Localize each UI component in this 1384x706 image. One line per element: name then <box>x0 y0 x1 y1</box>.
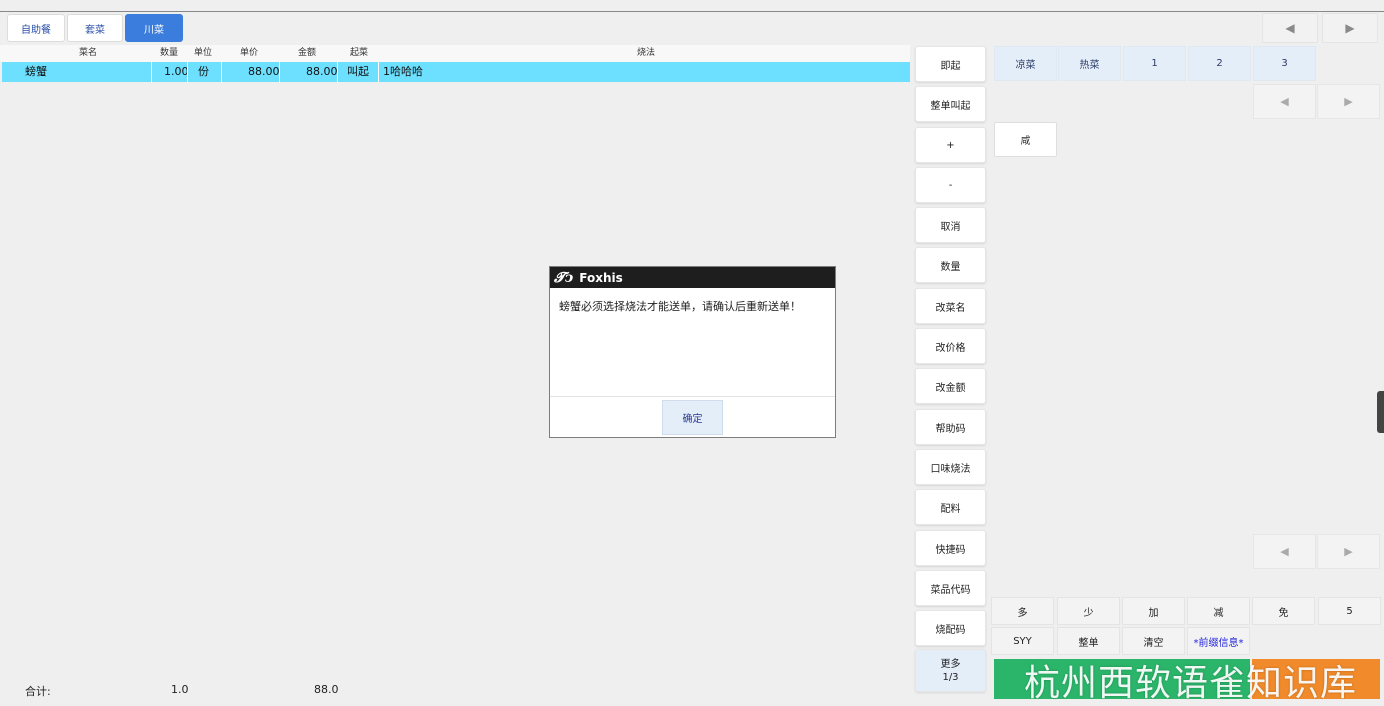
triangle-right-icon: ▶ <box>1344 95 1353 108</box>
increase-button[interactable]: + <box>915 127 986 163</box>
triangle-left-icon: ◀ <box>1280 95 1289 108</box>
triangle-right-icon: ▶ <box>1344 545 1353 558</box>
more-button[interactable]: 更多 1/3 <box>915 649 986 692</box>
decrease-button[interactable]: - <box>915 167 986 203</box>
taste-add[interactable]: 加 <box>1122 597 1185 625</box>
category-hot-dish[interactable]: 热菜 <box>1058 46 1121 81</box>
taste-less[interactable]: 少 <box>1057 597 1120 625</box>
category-next-button[interactable]: ▶ <box>1317 84 1380 119</box>
cell-divider <box>151 62 152 82</box>
cancel-button[interactable]: 取消 <box>915 207 986 243</box>
hold-all-button[interactable]: 整单叫起 <box>915 86 986 122</box>
fire-now-button[interactable]: 即起 <box>915 46 986 82</box>
col-amount-header: 金额 <box>298 48 317 58</box>
tab-sichuan[interactable]: 川菜 <box>125 14 183 42</box>
triangle-right-icon: ▶ <box>1345 21 1355 35</box>
confirm-button[interactable]: 确定 <box>662 400 723 435</box>
quantity-button[interactable]: 数量 <box>915 247 986 283</box>
taste-prefix-info[interactable]: *前缀信息* <box>1187 627 1250 655</box>
row-amount: 88.00 <box>306 65 338 78</box>
more-label: 更多 <box>940 658 961 670</box>
change-price-button[interactable]: 改价格 <box>915 328 986 364</box>
alert-dialog: 𝓣ↄ Foxhis 螃蟹必须选择烧法才能送单，请确认后重新送单！ 确定 <box>549 266 836 438</box>
col-start-header: 起菜 <box>350 48 369 58</box>
top-divider <box>0 11 1384 12</box>
cell-divider <box>279 62 280 82</box>
col-price-header: 单价 <box>240 48 259 58</box>
ingredients-button[interactable]: 配料 <box>915 489 986 525</box>
category-3[interactable]: 3 <box>1253 46 1316 81</box>
taste-without[interactable]: 免 <box>1252 597 1315 625</box>
taste-5[interactable]: 5 <box>1318 597 1381 625</box>
method-item-salty[interactable]: 咸 <box>994 122 1057 157</box>
quick-code-button[interactable]: 快捷码 <box>915 530 986 566</box>
row-start: 叫起 <box>347 65 369 78</box>
dialog-title: Foxhis <box>579 270 623 285</box>
tab-buffet[interactable]: 自助餐 <box>7 14 65 42</box>
order-table-header: 菜名 数量 单位 单价 金额 起菜 烧法 <box>0 45 910 62</box>
rename-dish-button[interactable]: 改菜名 <box>915 288 986 324</box>
help-code-button[interactable]: 帮助码 <box>915 409 986 445</box>
col-name-header: 菜名 <box>79 48 98 58</box>
dish-code-button[interactable]: 菜品代码 <box>915 570 986 606</box>
tabs-next-button[interactable]: ▶ <box>1322 13 1378 43</box>
watermark-text: 杭州西软语雀知识库 <box>1024 663 1358 704</box>
method-code-button[interactable]: 烧配码 <box>915 610 986 646</box>
items-prev-button[interactable]: ◀ <box>1253 534 1316 569</box>
category-1[interactable]: 1 <box>1123 46 1186 81</box>
row-method: 1哈哈哈 <box>383 65 423 78</box>
table-row[interactable]: 螃蟹 1.00 份 88.00 88.00 叫起 1哈哈哈 <box>2 62 910 82</box>
taste-reduce[interactable]: 减 <box>1187 597 1250 625</box>
dialog-titlebar: 𝓣ↄ Foxhis <box>550 267 835 288</box>
category-prev-button[interactable]: ◀ <box>1253 84 1316 119</box>
total-amount: 88.0 <box>314 683 339 696</box>
cell-divider <box>187 62 188 82</box>
triangle-left-icon: ◀ <box>1280 545 1289 558</box>
category-2[interactable]: 2 <box>1188 46 1251 81</box>
tabs-prev-button[interactable]: ◀ <box>1262 13 1318 43</box>
taste-method-button[interactable]: 口味烧法 <box>915 449 986 485</box>
taste-syy[interactable]: SYY <box>991 627 1054 655</box>
taste-more[interactable]: 多 <box>991 597 1054 625</box>
col-method-header: 烧法 <box>637 48 656 58</box>
dialog-divider <box>550 396 835 397</box>
taste-whole-order[interactable]: 整单 <box>1057 627 1120 655</box>
side-drawer-handle[interactable] <box>1377 391 1384 433</box>
total-qty: 1.0 <box>171 683 189 696</box>
row-dish-name: 螃蟹 <box>25 65 47 78</box>
dialog-message: 螃蟹必须选择烧法才能送单，请确认后重新送单！ <box>559 300 801 313</box>
cell-divider <box>337 62 338 82</box>
cell-divider <box>221 62 222 82</box>
col-qty-header: 数量 <box>160 48 179 58</box>
more-page: 1/3 <box>942 671 959 683</box>
triangle-left-icon: ◀ <box>1285 21 1295 35</box>
taste-clear[interactable]: 清空 <box>1122 627 1185 655</box>
items-next-button[interactable]: ▶ <box>1317 534 1380 569</box>
row-unit: 份 <box>198 65 209 78</box>
row-qty: 1.00 <box>164 65 189 78</box>
row-price: 88.00 <box>248 65 280 78</box>
cell-divider <box>378 62 379 82</box>
foxhis-logo-icon: 𝓣ↄ <box>554 269 574 286</box>
tab-set-meal[interactable]: 套菜 <box>67 14 123 42</box>
total-label: 合计: <box>25 685 51 698</box>
col-unit-header: 单位 <box>194 48 213 58</box>
category-cold-dish[interactable]: 凉菜 <box>994 46 1057 81</box>
change-amount-button[interactable]: 改金额 <box>915 368 986 404</box>
